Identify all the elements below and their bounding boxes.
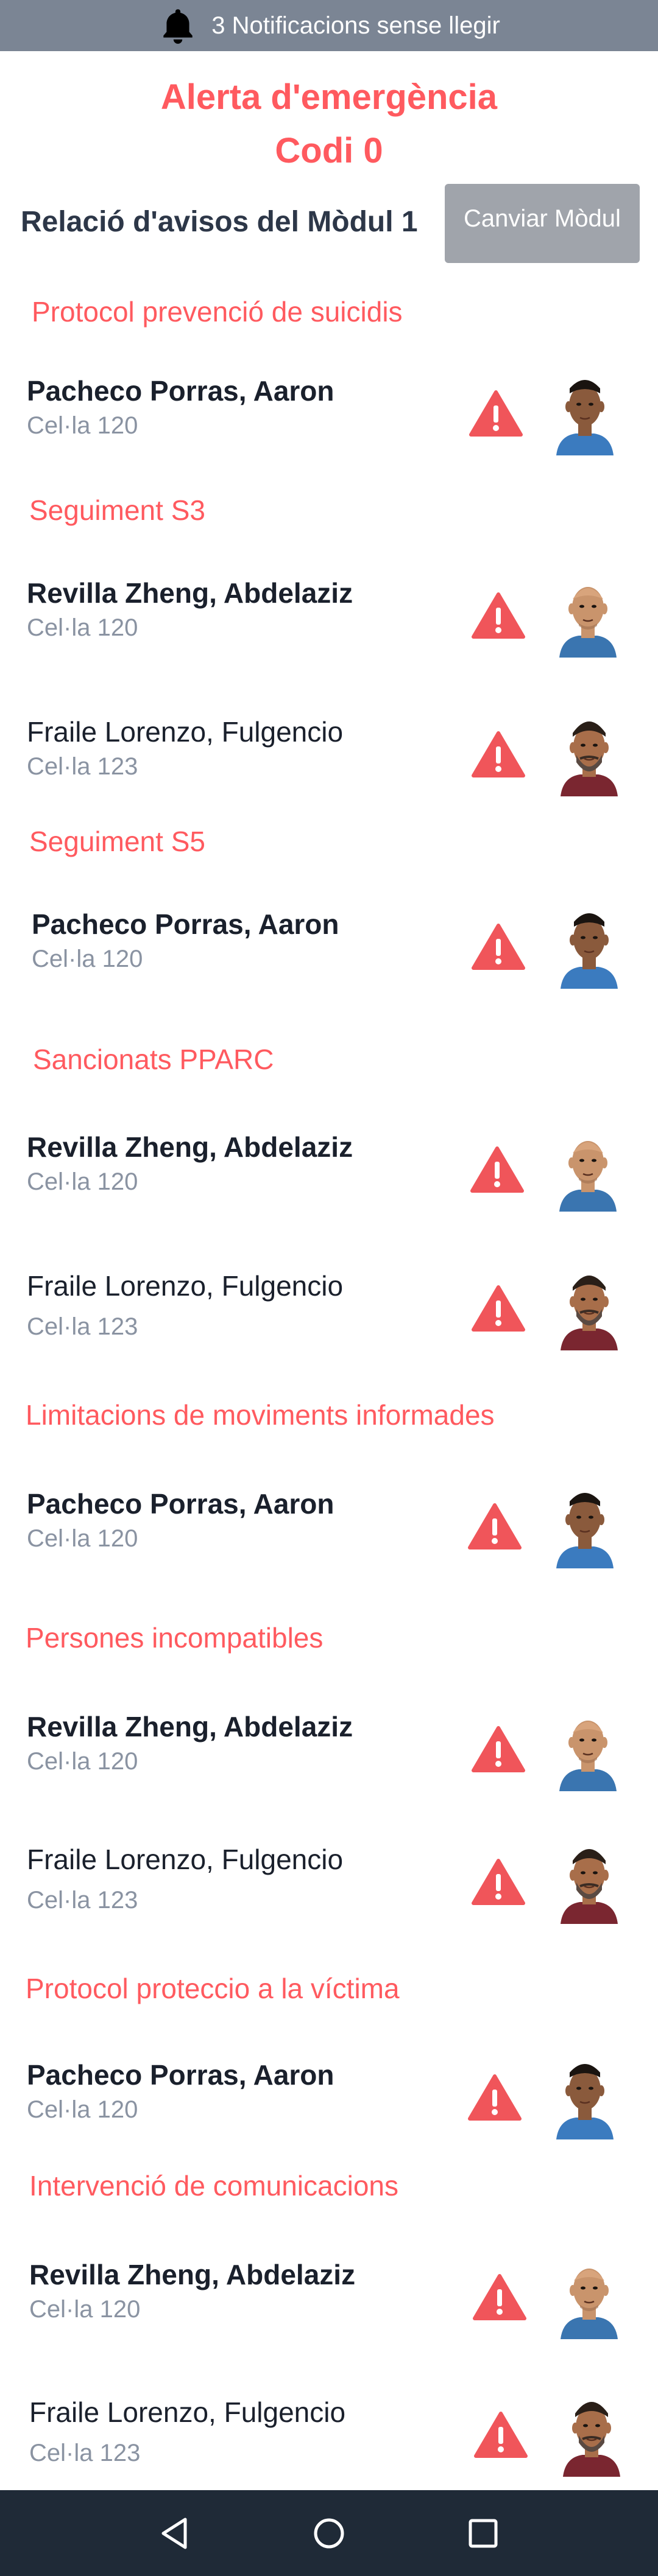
section-title: Sancionats PPARC <box>33 1044 274 1075</box>
inmate-cell: Cel·la 123 <box>27 1887 138 1914</box>
inmate-cell: Cel·la 120 <box>27 1525 138 1552</box>
inmate-cell: Cel·la 120 <box>27 1168 138 1195</box>
inmate-cell: Cel·la 120 <box>27 614 138 641</box>
list-item[interactable]: Pacheco Porras, Aaron Cel·la 120 <box>0 896 658 1008</box>
warning-icon[interactable] <box>472 731 525 778</box>
alert-code: Codi 0 <box>275 131 383 170</box>
inmate-cell: Cel·la 120 <box>32 946 143 972</box>
inmate-photo <box>556 1258 623 1350</box>
section-title: Persones incompatibles <box>26 1622 324 1654</box>
warning-icon[interactable] <box>468 2074 522 2121</box>
inmate-photo <box>554 1699 621 1791</box>
list-item[interactable]: Fraile Lorenzo, Fulgencio Cel·la 123 <box>0 2384 658 2496</box>
section-title: Seguiment S3 <box>29 494 205 526</box>
warning-icon[interactable] <box>472 923 525 970</box>
list-item[interactable]: Revilla Zheng, Abdelaziz Cel·la 120 <box>0 565 658 677</box>
list-item[interactable]: Fraile Lorenzo, Fulgencio Cel·la 123 <box>0 704 658 816</box>
back-triangle-icon[interactable] <box>154 2512 196 2555</box>
inmate-cell: Cel·la 120 <box>27 2096 138 2123</box>
inmate-name: Fraile Lorenzo, Fulgencio <box>27 1844 344 1875</box>
recents-square-icon[interactable] <box>462 2512 504 2555</box>
inmate-photo <box>551 1476 618 1568</box>
warning-icon[interactable] <box>470 1146 524 1193</box>
inmate-name: Pacheco Porras, Aaron <box>32 908 339 940</box>
inmate-cell: Cel·la 120 <box>29 2296 141 2323</box>
inmate-photo <box>554 565 621 658</box>
list-item[interactable]: Fraile Lorenzo, Fulgencio Cel·la 123 <box>0 1831 658 1943</box>
inmate-photo <box>558 2384 625 2477</box>
inmate-name: Revilla Zheng, Abdelaziz <box>27 577 353 609</box>
inmate-name: Fraile Lorenzo, Fulgencio <box>29 2396 346 2428</box>
list-item[interactable]: Pacheco Porras, Aaron Cel·la 120 <box>0 2047 658 2159</box>
inmate-name: Pacheco Porras, Aaron <box>27 375 334 407</box>
notification-text: 3 Notificacions sense llegir <box>211 12 500 39</box>
warning-icon[interactable] <box>472 592 525 639</box>
inmate-name: Revilla Zheng, Abdelaziz <box>27 1131 353 1163</box>
inmate-photo <box>556 2247 623 2339</box>
inmate-name: Pacheco Porras, Aaron <box>27 2059 334 2091</box>
inmate-name: Pacheco Porras, Aaron <box>27 1488 334 1520</box>
section-title: Limitacions de moviments informades <box>26 1399 495 1431</box>
inmate-cell: Cel·la 123 <box>29 2440 141 2466</box>
home-circle-icon[interactable] <box>308 2512 350 2555</box>
list-item[interactable]: Pacheco Porras, Aaron Cel·la 120 <box>0 1476 658 1588</box>
list-item[interactable]: Pacheco Porras, Aaron Cel·la 120 <box>0 363 658 475</box>
inmate-name: Fraile Lorenzo, Fulgencio <box>27 1270 344 1302</box>
inmate-photo <box>556 1831 623 1924</box>
warning-icon[interactable] <box>472 1858 525 1906</box>
system-nav-bar <box>0 2490 658 2576</box>
inmate-photo <box>556 896 623 989</box>
warning-icon[interactable] <box>469 390 523 437</box>
inmate-cell: Cel·la 123 <box>27 753 138 780</box>
page-title: Alerta d'emergència <box>160 77 498 117</box>
inmate-name: Fraile Lorenzo, Fulgencio <box>27 716 344 748</box>
change-module-button[interactable]: Canviar Mòdul <box>445 184 640 263</box>
warning-icon[interactable] <box>472 1285 525 1332</box>
inmate-photo <box>554 1119 621 1212</box>
section-title: Seguiment S5 <box>29 826 205 857</box>
section-title: Intervenció de comunicacions <box>29 2170 398 2202</box>
section-title: Protocol proteccio a la víctima <box>26 1973 400 2004</box>
warning-icon[interactable] <box>472 1725 525 1773</box>
list-item[interactable]: Fraile Lorenzo, Fulgencio Cel·la 123 <box>0 1258 658 1370</box>
notification-bar[interactable]: 3 Notificacions sense llegir <box>0 0 658 51</box>
warning-icon[interactable] <box>473 2273 526 2321</box>
warning-icon[interactable] <box>468 1503 522 1550</box>
inmate-cell: Cel·la 123 <box>27 1313 138 1340</box>
list-item[interactable]: Revilla Zheng, Abdelaziz Cel·la 120 <box>0 2247 658 2359</box>
bell-icon <box>158 5 198 46</box>
module-label: Relació d'avisos del Mòdul 1 <box>21 206 418 238</box>
warning-icon[interactable] <box>474 2411 528 2458</box>
inmate-name: Revilla Zheng, Abdelaziz <box>27 1711 353 1742</box>
inmate-photo <box>551 363 618 455</box>
inmate-name: Revilla Zheng, Abdelaziz <box>29 2259 356 2290</box>
inmate-cell: Cel·la 120 <box>27 412 138 439</box>
inmate-cell: Cel·la 120 <box>27 1748 138 1775</box>
inmate-photo <box>551 2047 618 2139</box>
inmate-photo <box>556 704 623 796</box>
section-title: Protocol prevenció de suicidis <box>32 296 403 328</box>
list-item[interactable]: Revilla Zheng, Abdelaziz Cel·la 120 <box>0 1699 658 1811</box>
list-item[interactable]: Revilla Zheng, Abdelaziz Cel·la 120 <box>0 1119 658 1231</box>
